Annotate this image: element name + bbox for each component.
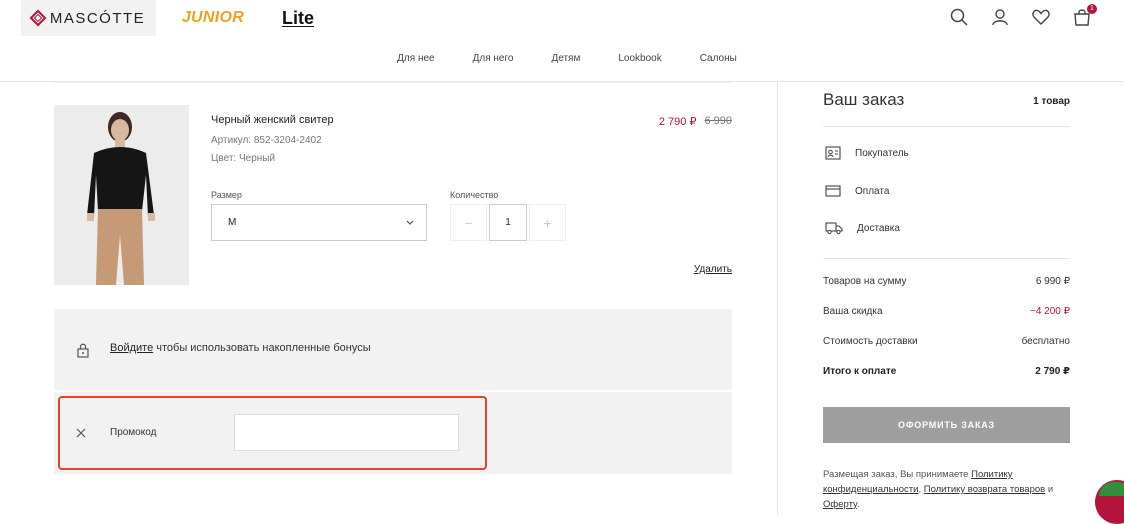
- price-old: 6 990: [704, 115, 732, 127]
- id-card-icon: [825, 146, 841, 160]
- summary-label: Ваша скидка: [823, 306, 883, 317]
- brand-tab-mascotte[interactable]: MASCÓTTE: [21, 0, 156, 36]
- step-payment-label: Оплата: [855, 185, 890, 197]
- wallet-icon: [825, 185, 841, 197]
- offer-link[interactable]: Оферту: [823, 499, 857, 510]
- cart-count-badge: 1: [1087, 4, 1097, 14]
- summary-value: 6 990 ₽: [1035, 276, 1070, 287]
- step-delivery-label: Доставка: [857, 222, 900, 234]
- nav-item-salons[interactable]: Салоны: [700, 53, 737, 64]
- lock-icon: [76, 342, 90, 363]
- summary-row-subtotal: Товаров на сумму 6 990 ₽: [823, 276, 1070, 287]
- legal-prefix: Размещая заказ, Вы принимаете: [823, 469, 972, 480]
- divider: [54, 82, 732, 83]
- summary-label: Товаров на сумму: [823, 276, 907, 287]
- product-name[interactable]: Черный женский свитер: [211, 114, 334, 126]
- nav-item-for-her[interactable]: Для нее: [397, 53, 434, 64]
- bonus-panel: Войдите чтобы использовать накопленные б…: [54, 309, 732, 390]
- order-title: Ваш заказ: [823, 90, 905, 109]
- bonus-description: чтобы использовать накопленные бонусы: [153, 342, 371, 354]
- summary-value: 2 790 ₽: [1035, 366, 1070, 377]
- summary-label: Итого к оплате: [823, 366, 897, 377]
- price-new: 2 790 ₽: [658, 116, 697, 128]
- summary-value: −4 200 ₽: [1029, 306, 1070, 317]
- user-icon[interactable]: [990, 7, 1010, 27]
- quantity-value[interactable]: 1: [489, 204, 527, 241]
- summary-row-total: Итого к оплате 2 790 ₽: [823, 366, 1070, 377]
- bonus-text: Войдите чтобы использовать накопленные б…: [110, 342, 371, 354]
- chevron-down-icon: [406, 220, 414, 225]
- quantity-decrease-button[interactable]: −: [450, 204, 487, 241]
- divider: [823, 258, 1070, 259]
- summary-row-delivery: Стоимость доставки бесплатно: [823, 336, 1070, 347]
- product-image[interactable]: [54, 105, 189, 285]
- legal-conjunction: и: [1045, 484, 1054, 495]
- cart-icon[interactable]: 1: [1072, 4, 1097, 27]
- quantity-label: Количество: [450, 190, 499, 200]
- main-nav: Для нее Для него Детям Lookbook Салоны: [0, 36, 1124, 82]
- size-select[interactable]: M: [211, 204, 427, 241]
- header-icons: 1: [949, 4, 1097, 27]
- size-label: Размер: [211, 190, 242, 200]
- product-price: 2 790 ₽ 6 990: [659, 115, 732, 128]
- promo-panel: Промокод: [54, 392, 732, 474]
- product-article: Артикул: 852-3204-2402: [211, 135, 322, 146]
- summary-value: бесплатно: [1021, 336, 1070, 347]
- heart-icon[interactable]: [1031, 7, 1051, 27]
- promo-label: Промокод: [110, 427, 157, 438]
- return-policy-link[interactable]: Политику возврата товаров: [924, 484, 1045, 495]
- nav-item-lookbook[interactable]: Lookbook: [618, 53, 661, 64]
- brand-tabs: MASCÓTTE JUNIOR Lite: [21, 0, 326, 36]
- legal-end: .: [856, 499, 860, 510]
- close-icon[interactable]: [76, 425, 86, 441]
- sidebar-divider: [777, 82, 778, 515]
- step-delivery[interactable]: Доставка: [825, 221, 900, 235]
- product-color: Цвет: Черный: [211, 153, 276, 164]
- quantity-stepper: − 1 +: [450, 204, 566, 241]
- order-item-count: 1 товар: [1033, 96, 1070, 107]
- mascotte-logo-icon: [29, 9, 47, 27]
- truck-icon: [825, 222, 843, 235]
- brand-tab-lite[interactable]: Lite: [270, 0, 326, 36]
- divider: [823, 126, 1070, 127]
- step-buyer-label: Покупатель: [855, 147, 909, 159]
- step-buyer[interactable]: Покупатель: [825, 146, 909, 160]
- nav-item-for-him[interactable]: Для него: [473, 53, 514, 64]
- login-link[interactable]: Войдите: [110, 342, 153, 354]
- promo-code-input[interactable]: [234, 414, 459, 451]
- chat-widget-button[interactable]: [1095, 480, 1124, 524]
- legal-text: Размещая заказ, Вы принимаете Политику к…: [823, 467, 1073, 512]
- summary-label: Стоимость доставки: [823, 336, 918, 347]
- step-payment[interactable]: Оплата: [825, 184, 889, 198]
- delete-link[interactable]: Удалить: [694, 264, 732, 275]
- size-value: M: [228, 217, 237, 228]
- widget-leaf-icon: [1099, 482, 1124, 496]
- search-icon[interactable]: [949, 7, 969, 27]
- nav-item-kids[interactable]: Детям: [551, 53, 580, 64]
- brand-mascotte-label: MASCÓTTE: [49, 9, 146, 27]
- header: MASCÓTTE JUNIOR Lite 1: [0, 0, 1124, 36]
- quantity-increase-button[interactable]: +: [529, 204, 566, 241]
- summary-row-discount: Ваша скидка −4 200 ₽: [823, 306, 1070, 317]
- brand-tab-junior[interactable]: JUNIOR: [156, 0, 270, 36]
- checkout-button[interactable]: ОФОРМИТЬ ЗАКАЗ: [823, 407, 1070, 443]
